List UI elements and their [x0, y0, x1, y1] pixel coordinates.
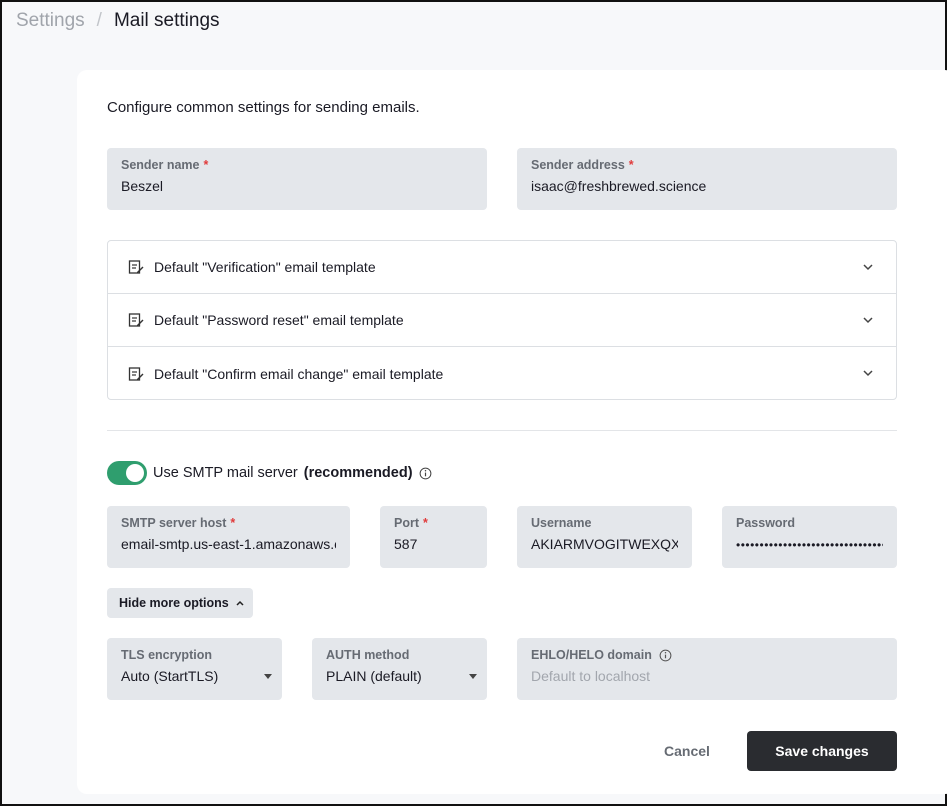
info-icon[interactable] [659, 649, 672, 662]
chevron-down-icon [863, 370, 873, 377]
ehlo-domain-input[interactable]: Default to localhost [531, 668, 883, 684]
info-icon[interactable] [419, 467, 432, 480]
smtp-password-field[interactable]: Password •••••••••••••••••••••••••••••••… [722, 506, 897, 568]
tls-encryption-value: Auto (StartTLS) [121, 668, 219, 684]
smtp-host-field[interactable]: SMTP server host * email-smtp.us-east-1.a… [107, 506, 350, 568]
edit-document-icon [128, 366, 144, 381]
smtp-username-label: Username [531, 516, 592, 530]
required-marker: * [628, 158, 634, 172]
required-marker: * [423, 516, 428, 530]
accordion-item-label: Default "Verification" email template [154, 259, 376, 275]
intro-text: Configure common settings for sending em… [107, 99, 420, 116]
accordion-item-password-reset[interactable]: Default "Password reset" email template [108, 294, 896, 347]
auth-method-select[interactable]: AUTH method PLAIN (default) [312, 638, 487, 700]
smtp-port-input[interactable]: 587 [394, 536, 473, 552]
smtp-host-input[interactable]: email-smtp.us-east-1.amazonaws.c [121, 536, 336, 552]
accordion-item-label: Default "Confirm email change" email tem… [154, 365, 444, 382]
email-templates-accordion: Default "Verification" email template De… [107, 240, 897, 400]
smtp-recommended-label: (recommended) [303, 465, 413, 481]
section-divider [107, 430, 897, 431]
tls-encryption-select[interactable]: TLS encryption Auto (StartTLS) [107, 638, 282, 700]
chevron-down-icon [863, 264, 873, 271]
sender-name-label: Sender name [121, 158, 200, 172]
auth-method-value: PLAIN (default) [326, 668, 422, 684]
accordion-item-confirm-email-change[interactable]: Default "Confirm email change" email tem… [108, 347, 896, 400]
smtp-port-field[interactable]: Port * 587 [380, 506, 487, 568]
accordion-item-label: Default "Password reset" email template [154, 312, 404, 328]
sender-name-field[interactable]: Sender name * Beszel [107, 148, 487, 210]
smtp-host-label: SMTP server host [121, 516, 227, 530]
ehlo-domain-field[interactable]: EHLO/HELO domain Default to localhost [517, 638, 897, 700]
dropdown-caret-icon [469, 674, 477, 679]
breadcrumb-separator: / [96, 10, 102, 31]
smtp-password-input[interactable]: •••••••••••••••••••••••••••••••• [736, 538, 883, 552]
dropdown-caret-icon [264, 674, 272, 679]
hide-more-options-button[interactable]: Hide more options [107, 588, 253, 618]
save-changes-button[interactable]: Save changes [747, 731, 897, 771]
smtp-username-input[interactable]: AKIARMVOGITWEXQXCU [531, 536, 678, 552]
toggle-knob [126, 464, 144, 482]
auth-method-label: AUTH method [326, 648, 410, 662]
required-marker: * [203, 158, 209, 172]
required-marker: * [230, 516, 236, 530]
edit-document-icon [128, 260, 144, 274]
sender-address-input[interactable]: isaac@freshbrewed.science [531, 178, 883, 194]
accordion-item-verification[interactable]: Default "Verification" email template [108, 241, 896, 294]
mail-settings-panel: Configure common settings for sending em… [77, 70, 947, 794]
smtp-toggle-switch[interactable] [107, 461, 147, 485]
sender-address-field[interactable]: Sender address * isaac@freshbrewed.scienc… [517, 148, 897, 210]
ehlo-domain-label: EHLO/HELO domain [531, 648, 652, 662]
smtp-toggle-row: Use SMTP mail server (recommended) [107, 461, 432, 485]
edit-document-icon [128, 313, 144, 327]
sender-name-input[interactable]: Beszel [121, 178, 473, 194]
breadcrumb: Settings / Mail settings [16, 10, 220, 32]
smtp-port-label: Port [394, 516, 419, 530]
cancel-button[interactable]: Cancel [645, 731, 729, 771]
smtp-password-label: Password [736, 516, 796, 530]
smtp-toggle-label[interactable]: Use SMTP mail server [153, 465, 298, 481]
hide-more-options-label: Hide more options [119, 596, 229, 610]
smtp-username-field[interactable]: Username AKIARMVOGITWEXQXCU [517, 506, 692, 568]
chevron-down-icon [863, 317, 873, 324]
tls-encryption-label: TLS encryption [121, 648, 212, 662]
page-title: Mail settings [113, 10, 220, 31]
sender-address-label: Sender address [531, 158, 625, 172]
chevron-up-icon [236, 600, 244, 606]
breadcrumb-settings-link[interactable]: Settings [16, 10, 85, 32]
